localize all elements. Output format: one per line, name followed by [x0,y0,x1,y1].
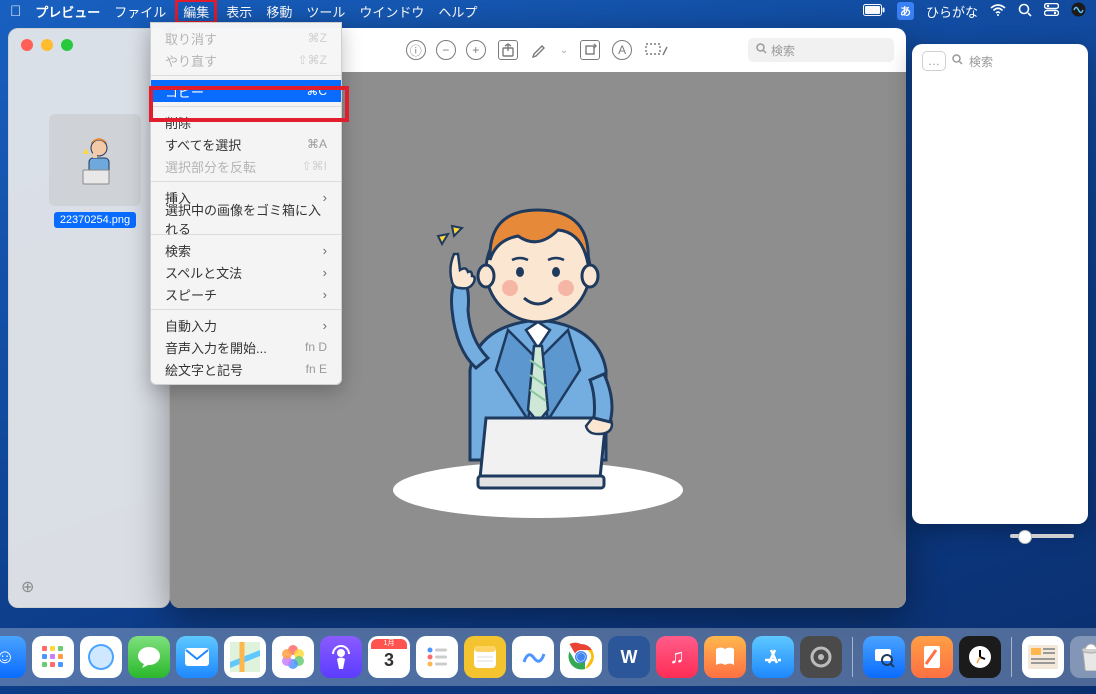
zoom-out-icon[interactable]: − [436,40,456,60]
menu-item-trash-image[interactable]: 選択中の画像をゴミ箱に入れる [151,208,341,230]
info-icon[interactable]: ⓘ [406,40,426,60]
menu-item-autofill[interactable]: 自動入力› [151,314,341,336]
thumbnail-sidebar-window: 22370254.png ⊕ [8,28,170,608]
highlight-dropdown-icon[interactable]: ⌄ [560,45,568,56]
dock-trash-icon[interactable] [1070,636,1096,678]
siri-icon[interactable] [1071,2,1086,20]
edit-dropdown-menu: 取り消す⌘Z やり直す⇧⌘Z コピー⌘C 削除 すべてを選択⌘A 選択部分を反転… [150,22,342,385]
menu-view[interactable]: 表示 [226,2,252,21]
input-source-badge[interactable]: あ [897,2,914,20]
minimize-button[interactable] [41,39,53,51]
dock-safari-icon[interactable] [80,636,122,678]
dock-launchpad-icon[interactable] [32,636,74,678]
dock-clock-icon[interactable] [959,636,1001,678]
right-panel-window: … 検索 [912,44,1088,524]
thumbnail-image [49,114,141,206]
window-traffic-lights[interactable] [21,39,73,51]
menu-item-delete[interactable]: 削除 [151,111,341,133]
dock-recent-doc-icon[interactable] [1022,636,1064,678]
menu-item-select-all[interactable]: すべてを選択⌘A [151,133,341,155]
menu-edit[interactable]: 編集 [175,0,217,24]
dock-notes-icon[interactable] [464,636,506,678]
dock-preview-app-icon[interactable] [863,636,905,678]
toolbar-search-field[interactable]: 検索 [748,38,894,62]
wifi-icon[interactable] [990,4,1006,19]
right-search-placeholder[interactable]: 検索 [969,53,993,70]
displayed-image [378,160,698,520]
thumbnail-item[interactable]: 22370254.png [49,114,141,228]
markup-icon[interactable]: A [612,40,632,60]
back-button[interactable]: … [922,51,946,71]
dock-appstore-icon[interactable] [752,636,794,678]
dock-photos-icon[interactable] [272,636,314,678]
dock-finder-icon[interactable]: ☺ [0,636,26,678]
menu-item-speech[interactable]: スピーチ› [151,283,341,305]
menu-go[interactable]: 移動 [266,2,292,21]
apple-menu-icon[interactable]:  [10,3,21,20]
menubar:  プレビュー ファイル 編集 表示 移動 ツール ウインドウ ヘルプ あ ひら… [0,0,1096,22]
menu-item-redo: やり直す⇧⌘Z [151,49,341,71]
menu-tools[interactable]: ツール [306,2,345,21]
dock-separator [1011,637,1012,677]
rotate-icon[interactable] [580,40,600,60]
dock-podcasts-icon[interactable] [320,636,362,678]
dock-chrome-icon[interactable] [560,636,602,678]
battery-icon[interactable] [863,4,885,19]
dock-books-icon[interactable] [704,636,746,678]
menu-item-emoji[interactable]: 絵文字と記号fn E [151,358,341,380]
dock-freeform-icon[interactable] [512,636,554,678]
menu-item-invert-selection: 選択部分を反転⇧⌘I [151,155,341,177]
dock-separator [852,637,853,677]
menu-item-spelling[interactable]: スペルと文法› [151,261,341,283]
app-name[interactable]: プレビュー [35,2,100,21]
input-source-label[interactable]: ひらがな [926,2,978,21]
zoom-in-icon[interactable]: + [466,40,486,60]
menu-window[interactable]: ウインドウ [359,2,424,21]
thumbnail-filename: 22370254.png [54,212,136,228]
menu-item-undo: 取り消す⌘Z [151,27,341,49]
search-icon [756,43,767,57]
dock: ☺ 1月3 W ♫ [0,628,1096,686]
dock-reminders-icon[interactable] [416,636,458,678]
dock-pages-icon[interactable] [911,636,953,678]
dock-mail-icon[interactable] [176,636,218,678]
spotlight-icon[interactable] [1018,3,1032,20]
menu-help[interactable]: ヘルプ [438,2,477,21]
highlight-icon[interactable] [530,41,548,59]
toolbar-search-placeholder: 検索 [771,42,795,59]
search-icon [952,54,963,68]
dock-calendar-icon[interactable]: 1月3 [368,636,410,678]
dock-settings-icon[interactable] [800,636,842,678]
dock-messages-icon[interactable] [128,636,170,678]
dock-word-icon[interactable]: W [608,636,650,678]
share-icon[interactable] [498,40,518,60]
zoom-button[interactable] [61,39,73,51]
dock-music-icon[interactable]: ♫ [656,636,698,678]
add-page-button[interactable]: ⊕ [21,577,34,597]
zoom-slider[interactable] [1010,534,1074,538]
crop-icon[interactable] [644,41,670,59]
menu-file[interactable]: ファイル [114,2,166,21]
close-button[interactable] [21,39,33,51]
control-center-icon[interactable] [1044,3,1059,19]
dock-maps-icon[interactable] [224,636,266,678]
menu-item-find[interactable]: 検索› [151,239,341,261]
menu-item-copy[interactable]: コピー⌘C [151,80,341,102]
menu-item-start-dictation[interactable]: 音声入力を開始...fn D [151,336,341,358]
